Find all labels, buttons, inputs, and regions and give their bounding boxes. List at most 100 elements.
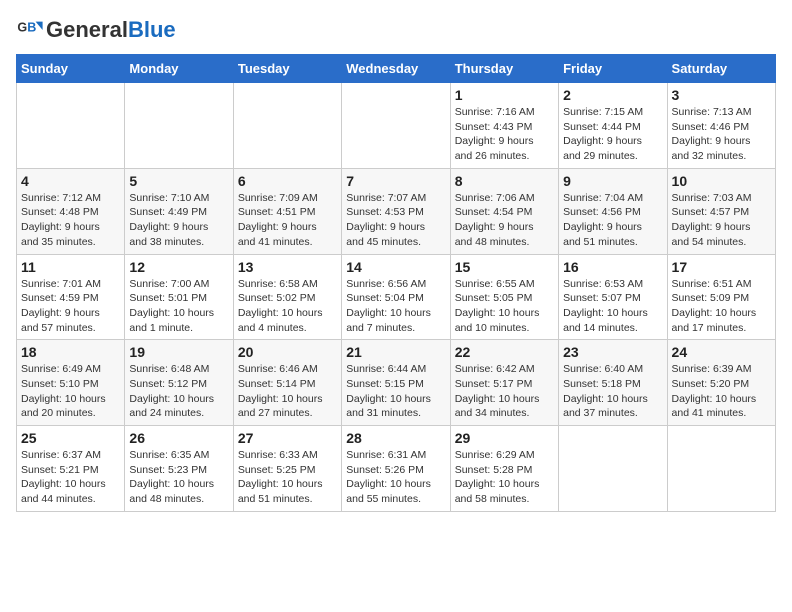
day-number: 22	[455, 344, 554, 360]
day-cell: 20 Sunrise: 6:46 AM Sunset: 5:14 PM Dayli…	[233, 340, 341, 426]
day-number: 9	[563, 173, 662, 189]
day-cell: 11 Sunrise: 7:01 AM Sunset: 4:59 PM Dayli…	[17, 254, 125, 340]
day-info: Sunrise: 7:01 AM Sunset: 4:59 PM Dayligh…	[21, 277, 120, 336]
day-info: Sunrise: 7:12 AM Sunset: 4:48 PM Dayligh…	[21, 191, 120, 250]
day-number: 24	[672, 344, 771, 360]
day-cell: 1Sunrise: 7:16 AM Sunset: 4:43 PM Daylig…	[450, 83, 558, 169]
day-cell: 5Sunrise: 7:10 AM Sunset: 4:49 PM Daylig…	[125, 168, 233, 254]
day-info: Sunrise: 7:15 AM Sunset: 4:44 PM Dayligh…	[563, 105, 662, 164]
day-info: Sunrise: 6:44 AM Sunset: 5:15 PM Dayligh…	[346, 362, 445, 421]
day-info: Sunrise: 6:35 AM Sunset: 5:23 PM Dayligh…	[129, 448, 228, 507]
logo: G B GeneralBlue	[16, 16, 176, 44]
day-cell: 7 Sunrise: 7:07 AM Sunset: 4:53 PM Daylig…	[342, 168, 450, 254]
day-number: 2	[563, 87, 662, 103]
header: G B GeneralBlue	[16, 16, 776, 44]
day-cell: 2 Sunrise: 7:15 AM Sunset: 4:44 PM Daylig…	[559, 83, 667, 169]
day-info: Sunrise: 6:29 AM Sunset: 5:28 PM Dayligh…	[455, 448, 554, 507]
day-info: Sunrise: 7:13 AM Sunset: 4:46 PM Dayligh…	[672, 105, 771, 164]
day-cell: 27Sunrise: 6:33 AM Sunset: 5:25 PM Dayli…	[233, 426, 341, 512]
day-info: Sunrise: 7:16 AM Sunset: 4:43 PM Dayligh…	[455, 105, 554, 164]
day-cell: 23 Sunrise: 6:40 AM Sunset: 5:18 PM Dayli…	[559, 340, 667, 426]
day-cell	[559, 426, 667, 512]
day-info: Sunrise: 6:53 AM Sunset: 5:07 PM Dayligh…	[563, 277, 662, 336]
day-cell	[17, 83, 125, 169]
day-number: 7	[346, 173, 445, 189]
day-cell: 13 Sunrise: 6:58 AM Sunset: 5:02 PM Dayli…	[233, 254, 341, 340]
day-info: Sunrise: 6:31 AM Sunset: 5:26 PM Dayligh…	[346, 448, 445, 507]
day-cell: 4 Sunrise: 7:12 AM Sunset: 4:48 PM Daylig…	[17, 168, 125, 254]
day-header-thursday: Thursday	[450, 55, 558, 83]
day-cell: 21 Sunrise: 6:44 AM Sunset: 5:15 PM Dayli…	[342, 340, 450, 426]
day-number: 26	[129, 430, 228, 446]
day-cell: 9 Sunrise: 7:04 AM Sunset: 4:56 PM Daylig…	[559, 168, 667, 254]
day-cell: 10 Sunrise: 7:03 AM Sunset: 4:57 PM Dayli…	[667, 168, 775, 254]
day-cell	[125, 83, 233, 169]
day-cell	[342, 83, 450, 169]
day-number: 19	[129, 344, 228, 360]
day-cell: 19Sunrise: 6:48 AM Sunset: 5:12 PM Dayli…	[125, 340, 233, 426]
day-number: 4	[21, 173, 120, 189]
day-cell: 12Sunrise: 7:00 AM Sunset: 5:01 PM Dayli…	[125, 254, 233, 340]
day-header-saturday: Saturday	[667, 55, 775, 83]
day-cell: 17 Sunrise: 6:51 AM Sunset: 5:09 PM Dayli…	[667, 254, 775, 340]
day-number: 20	[238, 344, 337, 360]
day-number: 8	[455, 173, 554, 189]
week-row-0: 1Sunrise: 7:16 AM Sunset: 4:43 PM Daylig…	[17, 83, 776, 169]
day-cell: 16 Sunrise: 6:53 AM Sunset: 5:07 PM Dayli…	[559, 254, 667, 340]
day-cell: 14Sunrise: 6:56 AM Sunset: 5:04 PM Dayli…	[342, 254, 450, 340]
day-cell	[667, 426, 775, 512]
week-row-4: 25 Sunrise: 6:37 AM Sunset: 5:21 PM Dayli…	[17, 426, 776, 512]
day-info: Sunrise: 7:07 AM Sunset: 4:53 PM Dayligh…	[346, 191, 445, 250]
day-header-wednesday: Wednesday	[342, 55, 450, 83]
day-info: Sunrise: 6:42 AM Sunset: 5:17 PM Dayligh…	[455, 362, 554, 421]
day-info: Sunrise: 7:00 AM Sunset: 5:01 PM Dayligh…	[129, 277, 228, 336]
day-number: 10	[672, 173, 771, 189]
day-cell: 22 Sunrise: 6:42 AM Sunset: 5:17 PM Dayli…	[450, 340, 558, 426]
day-cell: 15 Sunrise: 6:55 AM Sunset: 5:05 PM Dayli…	[450, 254, 558, 340]
day-number: 29	[455, 430, 554, 446]
svg-text:G: G	[17, 20, 27, 34]
day-info: Sunrise: 6:40 AM Sunset: 5:18 PM Dayligh…	[563, 362, 662, 421]
day-number: 25	[21, 430, 120, 446]
day-number: 21	[346, 344, 445, 360]
days-header-row: SundayMondayTuesdayWednesdayThursdayFrid…	[17, 55, 776, 83]
day-number: 13	[238, 259, 337, 275]
day-cell: 26 Sunrise: 6:35 AM Sunset: 5:23 PM Dayli…	[125, 426, 233, 512]
day-info: Sunrise: 6:58 AM Sunset: 5:02 PM Dayligh…	[238, 277, 337, 336]
day-number: 11	[21, 259, 120, 275]
day-cell: 3 Sunrise: 7:13 AM Sunset: 4:46 PM Daylig…	[667, 83, 775, 169]
day-info: Sunrise: 6:55 AM Sunset: 5:05 PM Dayligh…	[455, 277, 554, 336]
day-info: Sunrise: 6:37 AM Sunset: 5:21 PM Dayligh…	[21, 448, 120, 507]
svg-text:B: B	[27, 20, 36, 34]
day-cell: 8 Sunrise: 7:06 AM Sunset: 4:54 PM Daylig…	[450, 168, 558, 254]
day-number: 16	[563, 259, 662, 275]
day-info: Sunrise: 6:51 AM Sunset: 5:09 PM Dayligh…	[672, 277, 771, 336]
day-number: 15	[455, 259, 554, 275]
day-header-sunday: Sunday	[17, 55, 125, 83]
day-info: Sunrise: 7:03 AM Sunset: 4:57 PM Dayligh…	[672, 191, 771, 250]
day-header-monday: Monday	[125, 55, 233, 83]
week-row-3: 18Sunrise: 6:49 AM Sunset: 5:10 PM Dayli…	[17, 340, 776, 426]
day-info: Sunrise: 7:06 AM Sunset: 4:54 PM Dayligh…	[455, 191, 554, 250]
day-header-tuesday: Tuesday	[233, 55, 341, 83]
day-cell: 24 Sunrise: 6:39 AM Sunset: 5:20 PM Dayli…	[667, 340, 775, 426]
day-cell: 28Sunrise: 6:31 AM Sunset: 5:26 PM Dayli…	[342, 426, 450, 512]
day-number: 23	[563, 344, 662, 360]
day-cell: 18Sunrise: 6:49 AM Sunset: 5:10 PM Dayli…	[17, 340, 125, 426]
day-cell: 29 Sunrise: 6:29 AM Sunset: 5:28 PM Dayli…	[450, 426, 558, 512]
day-number: 5	[129, 173, 228, 189]
week-row-2: 11 Sunrise: 7:01 AM Sunset: 4:59 PM Dayli…	[17, 254, 776, 340]
day-number: 3	[672, 87, 771, 103]
day-header-friday: Friday	[559, 55, 667, 83]
day-info: Sunrise: 6:39 AM Sunset: 5:20 PM Dayligh…	[672, 362, 771, 421]
day-number: 17	[672, 259, 771, 275]
day-info: Sunrise: 6:33 AM Sunset: 5:25 PM Dayligh…	[238, 448, 337, 507]
day-info: Sunrise: 6:46 AM Sunset: 5:14 PM Dayligh…	[238, 362, 337, 421]
week-row-1: 4 Sunrise: 7:12 AM Sunset: 4:48 PM Daylig…	[17, 168, 776, 254]
day-info: Sunrise: 7:04 AM Sunset: 4:56 PM Dayligh…	[563, 191, 662, 250]
logo-icon: G B	[16, 16, 44, 44]
calendar-table: SundayMondayTuesdayWednesdayThursdayFrid…	[16, 54, 776, 512]
day-cell	[233, 83, 341, 169]
day-number: 18	[21, 344, 120, 360]
day-cell: 25 Sunrise: 6:37 AM Sunset: 5:21 PM Dayli…	[17, 426, 125, 512]
